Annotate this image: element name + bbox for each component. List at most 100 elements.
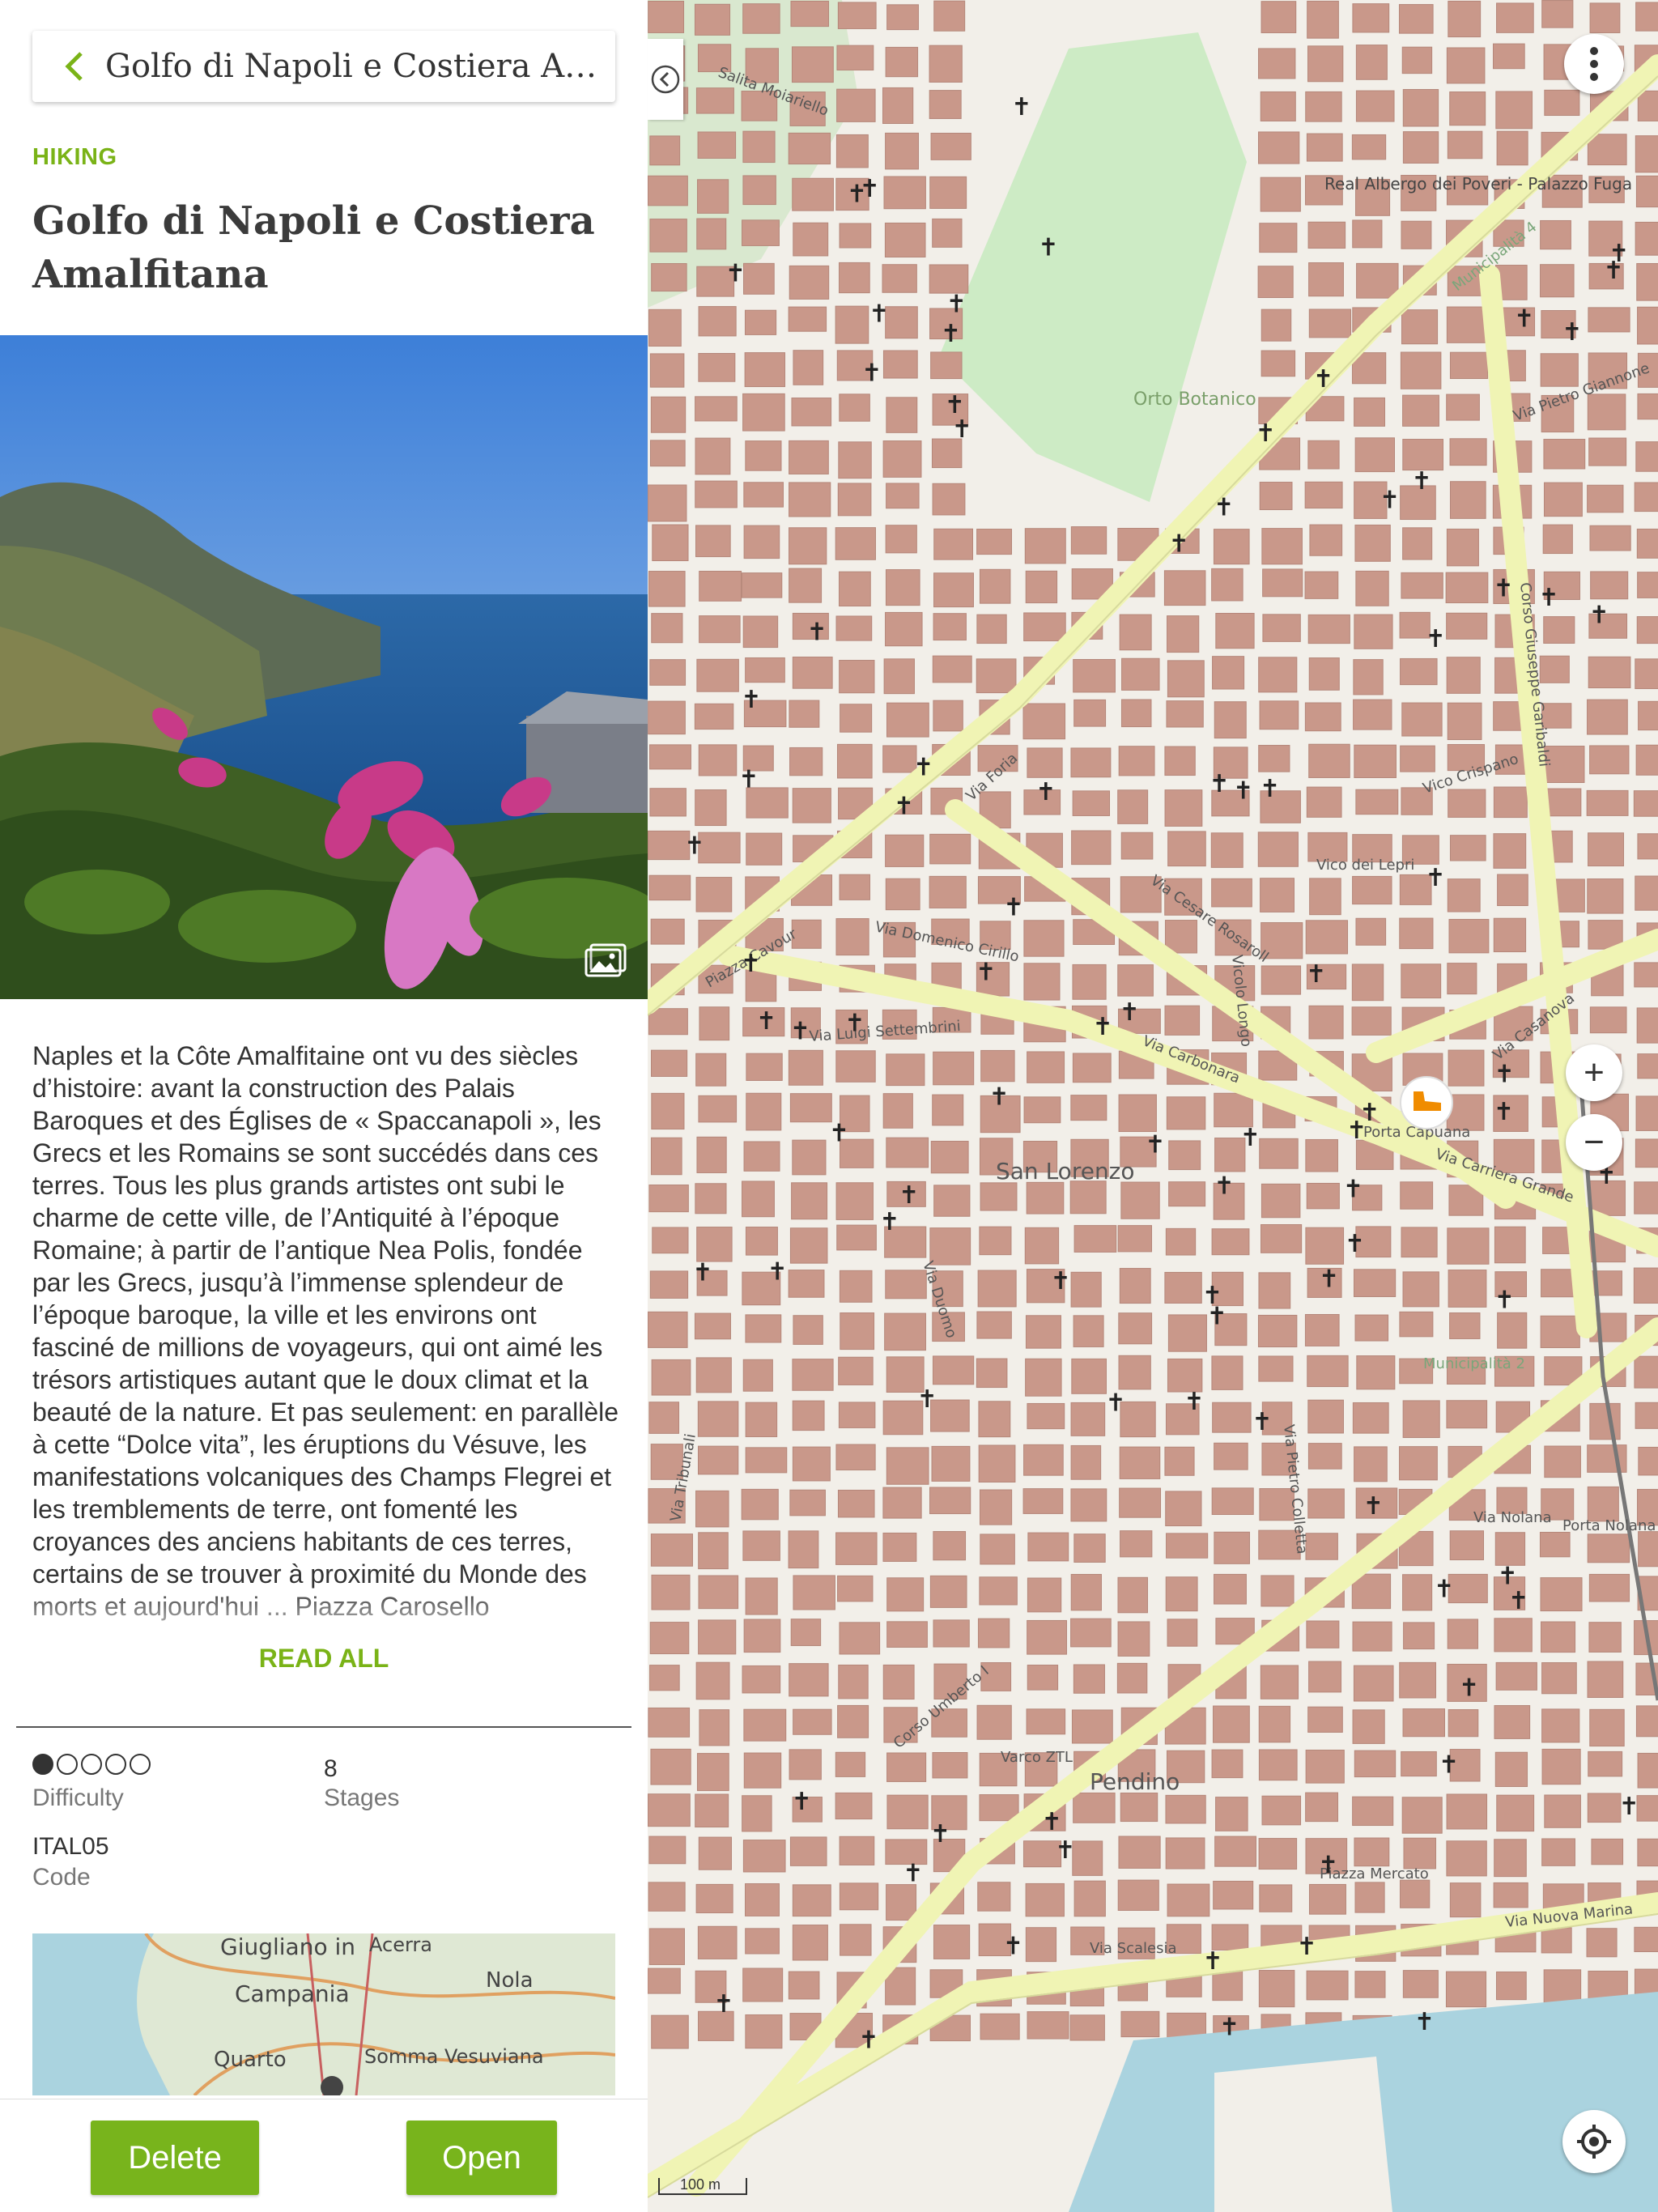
building-block xyxy=(886,1794,929,1830)
building-block xyxy=(1165,1837,1205,1870)
building-block xyxy=(1351,1006,1392,1036)
difficulty-dot xyxy=(130,1754,151,1775)
church-icon: ✝ xyxy=(941,320,961,348)
tour-title: Golfo di Napoli e Costiera Amalfitana xyxy=(32,198,595,297)
building-block xyxy=(695,1490,729,1528)
building-block xyxy=(835,1751,866,1777)
gallery-icon[interactable] xyxy=(585,943,627,981)
building-block xyxy=(1164,1446,1195,1476)
building-block xyxy=(1544,89,1580,117)
building-block xyxy=(1354,1750,1397,1778)
building-block xyxy=(1493,786,1528,819)
building-block xyxy=(1493,917,1527,953)
divider xyxy=(16,1726,631,1728)
building-block xyxy=(1636,1007,1658,1044)
building-block xyxy=(696,1136,727,1173)
church-icon: ✝ xyxy=(713,1990,733,2018)
building-block xyxy=(1308,1005,1344,1040)
building-block xyxy=(1307,1443,1342,1470)
building-block xyxy=(1589,1402,1621,1440)
building-block xyxy=(1355,90,1395,122)
building-block xyxy=(1401,572,1443,599)
building-block xyxy=(1447,963,1477,995)
building-block xyxy=(1261,308,1292,342)
building-block xyxy=(1402,439,1443,471)
building-block xyxy=(929,1487,971,1515)
building-block xyxy=(1635,221,1658,256)
building-block xyxy=(977,1882,1011,1912)
zoom-in-button[interactable]: + xyxy=(1566,1044,1622,1101)
building-block xyxy=(886,1884,917,1921)
building-block xyxy=(836,1224,877,1251)
building-block xyxy=(652,1227,689,1254)
zoom-out-button[interactable]: − xyxy=(1566,1114,1622,1171)
building-block xyxy=(929,833,971,865)
building-block xyxy=(1117,1576,1148,1614)
building-block xyxy=(789,1227,828,1264)
building-block xyxy=(1400,1181,1434,1210)
building-block xyxy=(1544,1794,1581,1828)
minimap-label: Somma Vesuviana xyxy=(364,2045,544,2068)
building-block xyxy=(929,90,962,119)
building-block xyxy=(1116,1662,1148,1694)
building-block xyxy=(699,1709,730,1746)
map-view[interactable]: San Lorenzo Pendino Orto Botanico Porta … xyxy=(648,0,1658,2212)
building-block xyxy=(695,396,738,422)
building-block xyxy=(1025,1358,1062,1397)
building-block xyxy=(745,657,785,683)
church-icon: ✝ xyxy=(725,260,746,288)
building-block xyxy=(1588,1573,1630,1602)
building-block xyxy=(649,744,691,770)
building-block xyxy=(1399,1661,1436,1699)
building-block xyxy=(743,1141,780,1172)
building-block xyxy=(976,529,1012,555)
building-block xyxy=(979,1794,1019,1822)
building-block xyxy=(885,306,918,339)
building-block xyxy=(1119,1446,1161,1479)
back-button[interactable] xyxy=(50,31,99,102)
building-block xyxy=(885,611,923,647)
locate-me-button[interactable] xyxy=(1562,2110,1626,2173)
building-block xyxy=(840,1312,875,1351)
map-menu-button[interactable] xyxy=(1564,34,1624,94)
building-block xyxy=(1353,1665,1394,1702)
open-button[interactable]: Open xyxy=(406,2121,557,2195)
building-block xyxy=(835,1444,876,1471)
church-icon: ✝ xyxy=(1011,93,1031,121)
building-block xyxy=(1164,746,1196,776)
building-block xyxy=(835,1050,876,1083)
church-icon: ✝ xyxy=(1380,486,1400,514)
building-block xyxy=(931,1445,971,1482)
church-icon: ✝ xyxy=(879,1208,899,1236)
building-block xyxy=(650,918,685,945)
building-block xyxy=(1541,0,1574,28)
building-block xyxy=(742,1967,784,2002)
building-block xyxy=(742,615,779,649)
tour-hero-image[interactable] xyxy=(0,335,648,999)
building-block xyxy=(1211,1355,1244,1390)
read-all-link[interactable]: READ ALL xyxy=(0,1644,648,1674)
building-block xyxy=(930,1140,969,1174)
building-block xyxy=(835,1182,874,1220)
map-canvas[interactable]: San Lorenzo Pendino Orto Botanico Porta … xyxy=(648,0,1658,2212)
building-block xyxy=(1069,2014,1105,2041)
building-block xyxy=(792,1446,831,1482)
building-block xyxy=(884,1312,926,1351)
tour-start-marker[interactable] xyxy=(1400,1076,1453,1129)
building-block xyxy=(1352,1709,1385,1744)
building-block xyxy=(1213,1880,1254,1910)
church-icon: ✝ xyxy=(1425,864,1445,892)
building-block xyxy=(695,1053,727,1087)
building-block xyxy=(1260,1665,1299,1699)
building-block xyxy=(1027,1532,1069,1562)
delete-button[interactable]: Delete xyxy=(91,2121,259,2195)
building-block xyxy=(1402,394,1439,427)
building-block xyxy=(885,132,919,170)
tour-overview-map[interactable]: Giugliano in Campania Acerra Nola Quarto… xyxy=(32,1933,615,2095)
building-block xyxy=(1072,1840,1103,1876)
collapse-panel-button[interactable] xyxy=(648,39,683,120)
building-block xyxy=(648,1402,680,1434)
building-block xyxy=(980,1182,1018,1211)
building-block xyxy=(1591,1838,1624,1865)
more-vert-icon xyxy=(1590,47,1598,81)
